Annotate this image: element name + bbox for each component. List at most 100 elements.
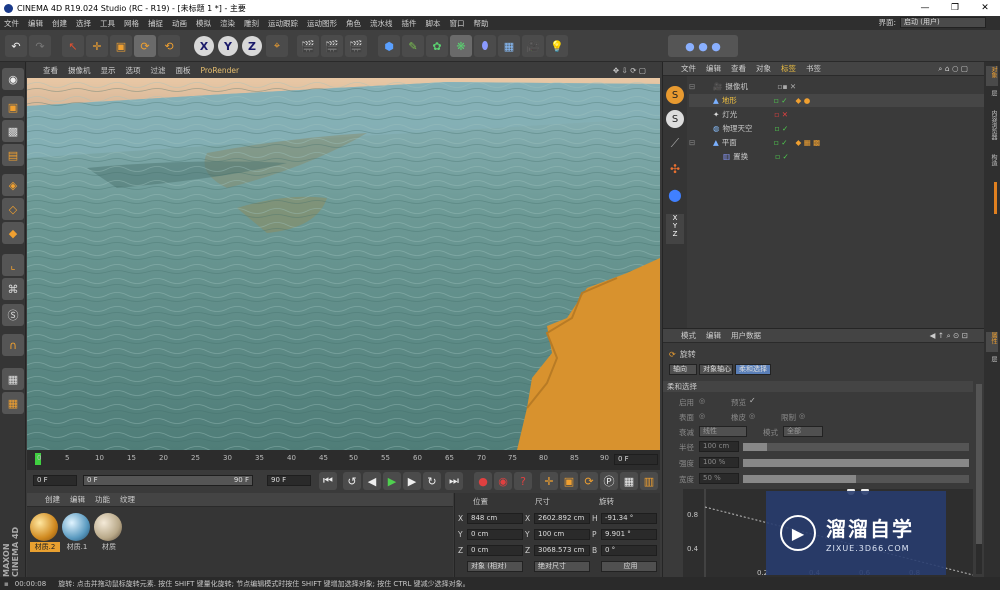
position-y-field[interactable]: 0 cm	[467, 529, 523, 540]
keyframe-selection-icon[interactable]: ?	[514, 472, 532, 490]
menu-plugins[interactable]: 插件	[402, 18, 417, 29]
key-rotation-icon[interactable]: ⟳	[580, 472, 598, 490]
recent-tool-icon[interactable]: ⟲	[158, 35, 180, 57]
visibility-icon[interactable]: ▫ ✓	[774, 96, 788, 105]
workplane-icon[interactable]: ▤	[2, 144, 24, 166]
rotation-p-field[interactable]: 9.901 °	[601, 529, 657, 540]
grid-icon[interactable]: ✣	[666, 162, 684, 180]
strength-field[interactable]: 100 %	[699, 457, 739, 468]
redo-icon[interactable]: ↷	[29, 35, 51, 57]
attr-scrollbar[interactable]	[976, 384, 982, 574]
width-slider[interactable]	[743, 475, 969, 483]
render-picture-viewer-icon[interactable]: 🎬	[321, 35, 343, 57]
3d-viewport[interactable]	[27, 78, 660, 450]
make-editable-icon[interactable]: ◉	[2, 68, 24, 90]
menu-render[interactable]: 渲染	[220, 18, 235, 29]
list-item[interactable]: ▥ 置换 ▫ ✓	[689, 150, 1000, 163]
object-menu-bookmarks[interactable]: 书签	[806, 63, 821, 74]
subtab-object-axis[interactable]: 对象轴心	[699, 364, 733, 375]
menu-select[interactable]: 选择	[76, 18, 91, 29]
visibility-icon[interactable]: ▫▪ ✕	[777, 82, 796, 91]
visibility-icon[interactable]: ▫ ✓	[775, 152, 789, 161]
axis-mode-icon[interactable]: ⌞	[2, 254, 24, 276]
minimize-button[interactable]: —	[910, 0, 940, 16]
prev-frame-icon[interactable]: ◀	[363, 472, 381, 490]
xyz-icon[interactable]: XYZ	[666, 214, 684, 244]
tab-objects[interactable]: 对象	[986, 66, 998, 86]
rotation-h-field[interactable]: -91.34 °	[601, 513, 657, 524]
render-view-icon[interactable]: 🎬	[297, 35, 319, 57]
menu-sculpt[interactable]: 雕刻	[244, 18, 259, 29]
next-frame-icon[interactable]: ▶	[403, 472, 421, 490]
pen-icon[interactable]: ✎	[402, 35, 424, 57]
record-keys-icon[interactable]: ●	[474, 472, 492, 490]
rubber-checkbox[interactable]: ◎	[749, 412, 755, 420]
autokey-icon[interactable]: ◉	[494, 472, 512, 490]
material-tab-create[interactable]: 创建	[45, 494, 60, 505]
menu-create[interactable]: 创建	[52, 18, 67, 29]
radius-field[interactable]: 100 cm	[699, 441, 739, 452]
surface-checkbox[interactable]: ◎	[699, 412, 705, 420]
x-axis-icon[interactable]: X	[194, 36, 214, 56]
undo-icon[interactable]: ↶	[5, 35, 27, 57]
camera-icon[interactable]: 🎥	[522, 35, 544, 57]
polygons-mode-icon[interactable]: ◆	[2, 222, 24, 244]
rotate-icon[interactable]: ⟳	[134, 35, 156, 57]
list-item[interactable]: ⊟ ▲ 平面 ▫ ✓ ◆ ▦ ▩	[689, 136, 1000, 149]
material-swatch[interactable]: 材质	[94, 513, 124, 553]
tab-attributes[interactable]: 属性	[986, 332, 998, 352]
menu-script[interactable]: 脚本	[426, 18, 441, 29]
material-tag-icon[interactable]: ◆ ●	[796, 96, 811, 105]
snap-toggle-icon[interactable]: S	[666, 86, 684, 104]
snap-icon[interactable]: Ⓢ	[2, 304, 24, 326]
object-menu-view[interactable]: 查看	[731, 63, 746, 74]
menu-file[interactable]: 文件	[4, 18, 19, 29]
material-tab-texture[interactable]: 纹理	[120, 494, 135, 505]
viewport-menu-panel[interactable]: 面板	[176, 65, 191, 76]
falloff-dropdown[interactable]: 线性	[699, 426, 747, 437]
material-tag-icon[interactable]: ◆ ▦ ▩	[796, 138, 821, 147]
goto-start-icon[interactable]: ⏮	[319, 472, 337, 490]
menu-edit[interactable]: 编辑	[28, 18, 43, 29]
viewport-menu-prorender[interactable]: ProRender	[201, 66, 240, 75]
menu-animate[interactable]: 动画	[172, 18, 187, 29]
material-swatch[interactable]: 材质.1	[62, 513, 92, 553]
object-search-icon[interactable]: ⌕ ⌂ ○ ▢	[938, 64, 968, 74]
tab-layers[interactable]: 层	[986, 356, 998, 372]
list-item[interactable]: ◍ 物理天空 ▫ ✓	[689, 122, 1000, 135]
points-mode-icon[interactable]: ◈	[2, 174, 24, 196]
current-frame-field[interactable]: 0 F	[614, 454, 658, 465]
enable-checkbox[interactable]: ◎	[699, 397, 705, 405]
object-menu-object[interactable]: 对象	[756, 63, 771, 74]
size-z-field[interactable]: 3068.573 cm	[534, 545, 590, 556]
magnet-icon[interactable]: ∩	[2, 334, 24, 356]
tweak-mode-icon[interactable]: ⌘	[2, 278, 24, 300]
menu-snap[interactable]: 捕捉	[148, 18, 163, 29]
object-menu-edit[interactable]: 编辑	[706, 63, 721, 74]
y-axis-icon[interactable]: Y	[218, 36, 238, 56]
visibility-icon[interactable]: ▫ ✕	[774, 110, 788, 119]
edges-mode-icon[interactable]: ◇	[2, 198, 24, 220]
viewport-menu-view[interactable]: 查看	[43, 65, 58, 76]
size-x-field[interactable]: 2602.892 cm	[534, 513, 590, 524]
timeline-window-icon[interactable]: ▥	[640, 472, 658, 490]
play-icon[interactable]: ▶	[383, 472, 401, 490]
attr-nav-icon[interactable]: ◀ ↑ ⌕ ⊙ ⊡	[930, 331, 968, 341]
viewport-menu-filter[interactable]: 过滤	[151, 65, 166, 76]
strength-slider[interactable]	[743, 459, 969, 467]
subtab-axis[interactable]: 轴向	[669, 364, 697, 375]
coord-size-dropdown[interactable]: 绝对尺寸	[534, 561, 590, 572]
viewport-menu-display[interactable]: 显示	[101, 65, 116, 76]
key-scale-icon[interactable]: ▣	[560, 472, 578, 490]
cube-icon[interactable]: ⬢	[378, 35, 400, 57]
end-frame-field[interactable]: 90 F	[267, 475, 311, 486]
position-z-field[interactable]: 0 cm	[467, 545, 523, 556]
layout-dropdown[interactable]: 启动 (用户)	[900, 17, 986, 28]
deformer-icon[interactable]: ❋	[450, 35, 472, 57]
object-menu-tags[interactable]: 标签	[781, 63, 796, 74]
size-y-field[interactable]: 100 cm	[534, 529, 590, 540]
rotation-b-field[interactable]: 0 °	[601, 545, 657, 556]
attr-menu-userdata[interactable]: 用户数据	[731, 330, 761, 341]
list-item[interactable]: ⊟ 🎥 摄像机 ▫▪ ✕	[689, 80, 1000, 93]
subtab-soft-selection[interactable]: 柔和选择	[735, 364, 771, 375]
